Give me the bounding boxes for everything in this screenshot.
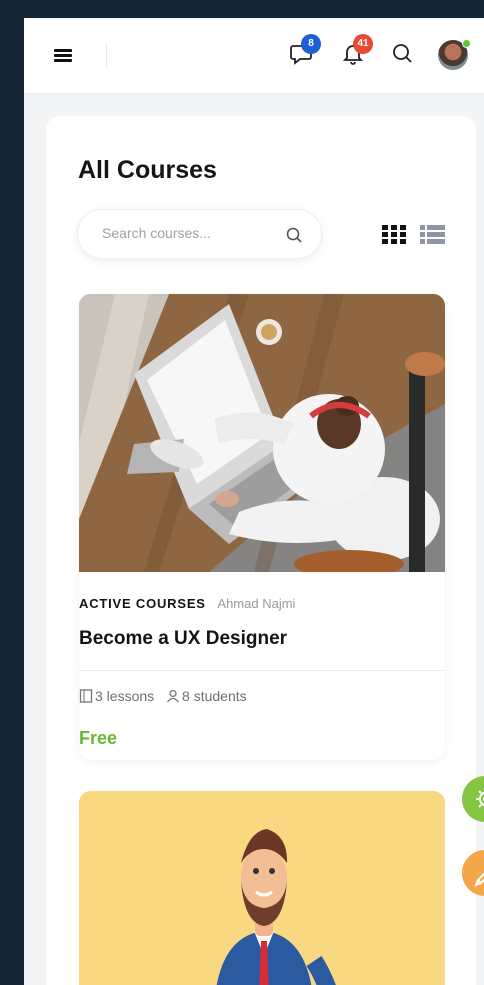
settings-button[interactable] [462, 776, 484, 822]
edit-button[interactable] [462, 850, 484, 896]
course-category[interactable]: ACTIVE COURSES [79, 596, 206, 611]
user-icon [167, 689, 180, 703]
messages-button[interactable]: 8 [288, 34, 321, 70]
messages-badge: 8 [301, 34, 321, 54]
search-icon [393, 44, 412, 63]
user-avatar[interactable] [438, 39, 471, 70]
course-card[interactable] [79, 791, 445, 985]
page-title: All Courses [78, 156, 217, 184]
header-search-button[interactable] [389, 40, 419, 70]
lessons-stat: 3 lessons [79, 688, 154, 704]
students-count: 8 students [182, 688, 247, 704]
top-divider [106, 42, 107, 68]
book-icon [79, 689, 93, 703]
app-screen: 8 41 All Courses Search courses... ACTIV… [24, 18, 484, 985]
notifications-button[interactable]: 41 [340, 34, 373, 70]
course-thumbnail-image [79, 294, 445, 572]
course-price: Free [79, 728, 118, 748]
course-search-box [77, 209, 322, 259]
course-author[interactable]: Ahmad Najmi [217, 596, 295, 611]
online-status-dot [462, 39, 471, 48]
students-stat: 8 students [166, 688, 247, 704]
gear-icon [476, 790, 484, 808]
grid-view-icon[interactable] [381, 223, 407, 245]
notifications-badge: 41 [353, 34, 373, 54]
all-courses-panel: All Courses Search courses... ACTIVE COU… [46, 116, 476, 985]
top-navigation-bar: 8 41 [24, 18, 484, 94]
course-meta: ACTIVE COURSES Ahmad Najmi [79, 596, 295, 611]
course-stats: 3 lessons 8 students [79, 688, 255, 704]
course-thumbnail-image [79, 791, 445, 985]
search-icon[interactable] [284, 225, 304, 245]
list-view-icon[interactable] [419, 223, 446, 245]
lessons-count: 3 lessons [95, 688, 155, 704]
course-title[interactable]: Become a UX Designer [79, 628, 287, 650]
menu-icon[interactable] [54, 47, 72, 63]
pencil-icon [474, 872, 484, 887]
course-card[interactable]: ACTIVE COURSES Ahmad Najmi Become a UX D… [79, 294, 445, 760]
course-card-divider [79, 670, 445, 671]
course-search-input[interactable] [102, 225, 272, 241]
course-info: ACTIVE COURSES Ahmad Najmi Become a UX D… [79, 572, 445, 760]
